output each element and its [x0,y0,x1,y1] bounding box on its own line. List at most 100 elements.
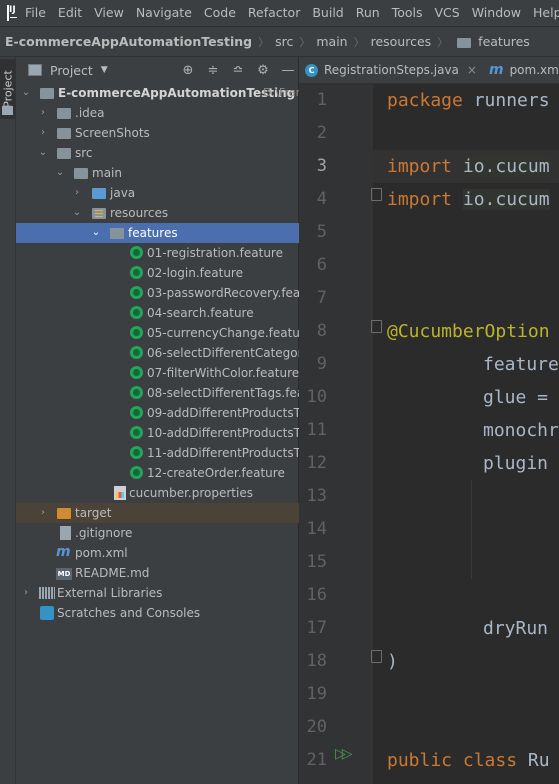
tree-item-src[interactable]: ⌄ src [16,143,299,163]
menu-help[interactable]: Help [527,0,559,26]
menu-refactor[interactable]: Refactor [242,0,306,26]
chevron-right-icon[interactable]: › [20,583,32,603]
code-line-11: plugin [483,453,549,474]
tree-item-feature-file[interactable]: 05-currencyChange.feature [16,323,299,343]
line-number: 4 [316,189,327,209]
cucumber-icon [130,346,143,359]
chevron-down-icon[interactable]: ⌄ [54,163,66,183]
chevron-down-icon[interactable]: ⌄ [90,223,102,243]
library-icon [39,587,55,599]
menu-window[interactable]: Window [466,0,527,26]
tree-item-readme[interactable]: MD README.md [16,563,299,583]
tree-item-label: 01-registration.feature [147,246,283,260]
tree-item-project-root[interactable]: ⌄ E-commerceAppAutomationTesting D:\Fran [16,83,299,103]
code-area[interactable]: package runners import io.cucum import i… [373,84,559,784]
menu-build[interactable]: Build [306,0,349,26]
project-tool-tab[interactable]: Project [0,59,15,119]
chevron-right-icon[interactable]: › [37,123,49,143]
tree-item-feature-file[interactable]: 06-selectDifferentCategories.feature [16,343,299,363]
tab-pom-xml[interactable]: m pom.xml (E- [483,57,559,83]
project-panel: Project ▼ ⊕ ≑ ≏ ⚙ — ⌄ E-commerceAppAutom… [16,57,299,784]
tree-item-target[interactable]: › target [16,503,299,523]
line-number: 5 [316,222,327,242]
java-class-icon: C [305,63,318,77]
tree-item-label: 05-currencyChange.feature [147,326,299,340]
tree-item-scratches[interactable]: Scratches and Consoles [16,603,299,623]
editor-gutter[interactable]: 1 2 3 4 5 6 7 8 9 10 11 12 13 14 15 16 1… [299,84,382,784]
tree-item-feature-file[interactable]: 08-selectDifferentTags.feature [16,383,299,403]
tree-item-screenshots[interactable]: › ScreenShots [16,123,299,143]
breadcrumb-resources[interactable]: resources [368,34,435,49]
tree-item-java[interactable]: › java [16,183,299,203]
collapse-all-icon[interactable]: ≏ [231,63,245,78]
menu-run[interactable]: Run [350,0,386,26]
chevron-down-icon[interactable]: ⌄ [37,143,49,163]
tree-item-feature-file[interactable]: 12-createOrder.feature [16,463,299,483]
tree-item-label: features [128,226,178,240]
tree-item-feature-file[interactable]: 11-addDifferentProductsToCompareList.fea… [16,443,299,463]
tree-item-feature-file[interactable]: 07-filterWithColor.feature [16,363,299,383]
tree-item-label: main [92,166,122,180]
folder-icon [457,37,472,48]
line-number: 2 [316,123,327,143]
tab-registration-steps[interactable]: C RegistrationSteps.java × [299,57,483,83]
tree-item-label: 11-addDifferentProductsToCompareList.fea… [147,446,299,460]
project-view-selector[interactable]: Project [50,63,93,78]
folder-icon [110,228,124,239]
chevron-right-icon[interactable]: › [71,183,83,203]
tree-item-main[interactable]: ⌄ main [16,163,299,183]
tree-item-label: java [110,186,136,200]
tree-item-resources[interactable]: ⌄ resources [16,203,299,223]
tree-item-feature-file[interactable]: 10-addDifferentProductsToWishlist.featur… [16,423,299,443]
tree-item-label: target [75,506,112,520]
tree-item-label: 03-passwordRecovery.feature [147,286,299,300]
code-annotation: @CucumberOption [387,321,550,342]
tree-item-pom[interactable]: m pom.xml [16,543,299,563]
tree-item-cucumber-properties[interactable]: cucumber.properties [16,483,299,503]
breadcrumb-features[interactable]: features [475,34,533,49]
chevron-down-icon[interactable]: ⌄ [20,83,32,103]
gear-icon[interactable]: ⚙ [256,63,270,78]
tree-item-gitignore[interactable]: .gitignore [16,523,299,543]
menu-code[interactable]: Code [198,0,242,26]
tree-item-external-libraries[interactable]: › External Libraries [16,583,299,603]
source-folder-icon [92,188,106,199]
tree-item-features[interactable]: ⌄ features [16,223,299,243]
breadcrumb-project[interactable]: E-commerceAppAutomationTesting [0,34,255,49]
code-line-9: glue = [483,387,549,408]
expand-all-icon[interactable]: ≑ [206,63,220,78]
menu-tools[interactable]: Tools [386,0,429,26]
menu-file[interactable]: File [19,0,52,26]
tree-item-label: pom.xml [75,546,128,560]
file-icon [60,526,71,540]
chevron-right-icon[interactable]: › [37,103,49,123]
chevron-down-icon[interactable]: ▼ [101,65,108,75]
menu-vcs[interactable]: VCS [429,0,466,26]
tree-item-feature-file[interactable]: 01-registration.feature [16,243,299,263]
line-number: 18 [306,651,327,671]
tree-item-idea[interactable]: › .idea [16,103,299,123]
tree-item-feature-file[interactable]: 04-search.feature [16,303,299,323]
menu-edit[interactable]: Edit [52,0,88,26]
tree-item-feature-file[interactable]: 02-login.feature [16,263,299,283]
tree-item-feature-file[interactable]: 03-passwordRecovery.feature [16,283,299,303]
run-icon[interactable]: ▷▷ [335,746,352,762]
line-number: 8 [316,321,327,341]
hide-panel-icon[interactable]: — [281,63,295,78]
chevron-right-icon[interactable]: › [37,503,49,523]
tree-item-label: cucumber.properties [129,486,253,500]
menu-navigate[interactable]: Navigate [130,0,198,26]
line-number: 13 [306,486,327,506]
breadcrumb-src[interactable]: src [272,34,296,49]
intellij-logo-icon[interactable] [7,5,17,21]
tree-item-feature-file[interactable]: 09-addDifferentProductsToShoppingCart.fe… [16,403,299,423]
breadcrumb-main[interactable]: main [313,34,350,49]
close-icon[interactable]: × [467,63,477,77]
cucumber-icon [130,386,143,399]
breadcrumb-separator-icon: 〉 [299,35,311,49]
menu-view[interactable]: View [88,0,130,26]
folder-icon [74,168,88,179]
locate-file-icon[interactable]: ⊕ [181,63,195,78]
chevron-down-icon[interactable]: ⌄ [71,203,83,223]
code-text: runners [462,90,550,111]
